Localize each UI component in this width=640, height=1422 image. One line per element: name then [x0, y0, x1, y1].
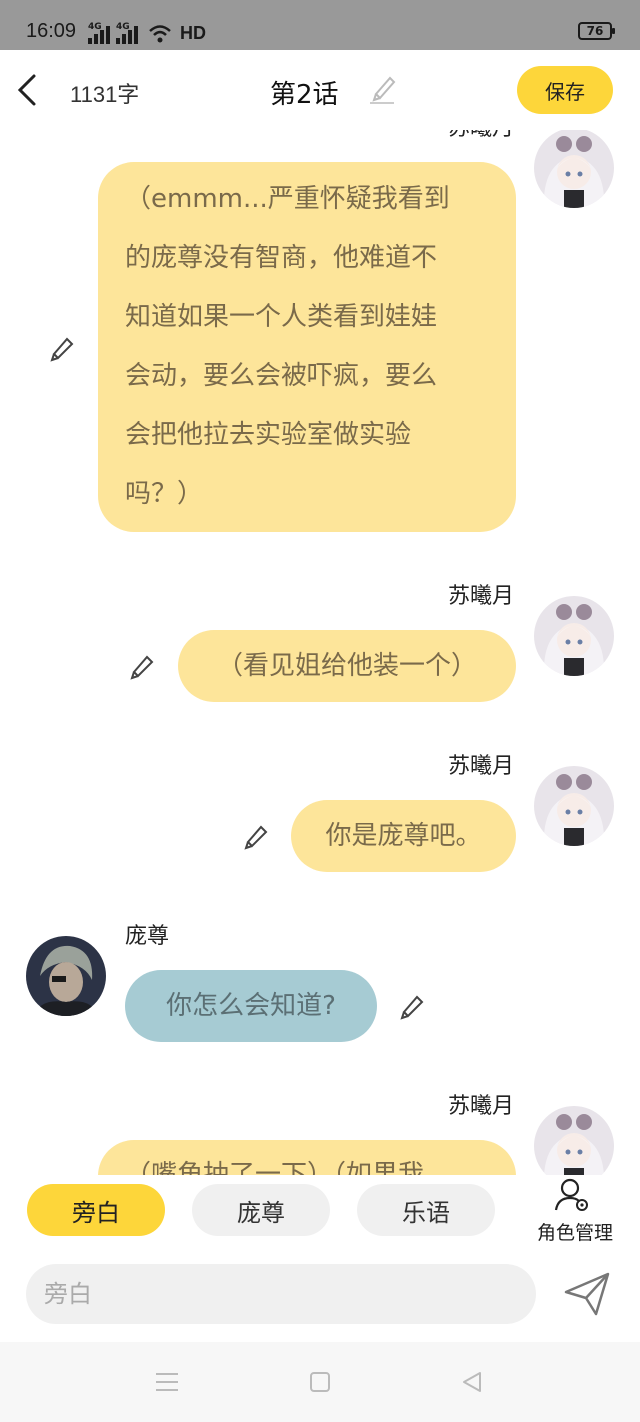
back-nav-icon[interactable]: [460, 1370, 484, 1394]
system-nav-bar: [0, 1342, 640, 1422]
role-manage-label: 角色管理: [536, 1222, 613, 1244]
avatar-suxiyue[interactable]: [534, 130, 614, 208]
speaker-name: 庞尊: [125, 924, 170, 949]
word-count: 1131字: [70, 82, 140, 107]
edit-message-icon[interactable]: [398, 992, 426, 1020]
role-manage-icon: [554, 1178, 588, 1211]
status-bar: 16:09 4G 4G HD 76: [0, 0, 640, 50]
message-bubble[interactable]: （嘴角抽了一下）（如果我: [98, 1140, 516, 1175]
hd-indicator: HD: [180, 23, 206, 43]
text-input-box[interactable]: [26, 1264, 536, 1324]
speaker-name: 苏曦月: [447, 754, 514, 779]
speaker-name: 苏曦月: [448, 130, 514, 142]
message-item: 苏曦月 （看见姐给他装一个）: [0, 578, 640, 708]
home-icon[interactable]: [308, 1370, 332, 1394]
back-arrow-icon[interactable]: [14, 72, 44, 108]
message-item: 苏曦月 你是庞尊吧。: [0, 748, 640, 878]
role-manage-button[interactable]: 角色管理: [534, 1176, 616, 1246]
status-icons: 4G 4G HD: [88, 18, 206, 44]
message-item: 苏曦月 （emmm...严重怀疑我看到 的庞尊没有智商，他难道不 知道如果一个人…: [0, 130, 640, 550]
cellular-signal-icon-2: 4G: [116, 22, 138, 44]
speaker-name: 苏曦月: [447, 584, 514, 609]
message-bubble[interactable]: （看见姐给他装一个）: [178, 630, 516, 702]
chapter-title[interactable]: 第2话: [270, 74, 339, 111]
message-bubble[interactable]: （emmm...严重怀疑我看到 的庞尊没有智商，他难道不 知道如果一个人类看到娃…: [98, 162, 516, 532]
message-bubble[interactable]: 你怎么会知道?: [125, 970, 377, 1042]
avatar-suxiyue[interactable]: [534, 1106, 614, 1175]
message-input[interactable]: [26, 1264, 536, 1324]
edit-title-icon[interactable]: [366, 72, 398, 106]
message-item: 苏曦月 （嘴角抽了一下）（如果我: [0, 1088, 640, 1175]
wifi-icon: [149, 25, 171, 43]
save-button[interactable]: 保存: [517, 66, 613, 114]
role-chip-narration[interactable]: 旁白: [27, 1184, 165, 1236]
edit-message-icon[interactable]: [128, 652, 156, 680]
status-time: 16:09: [26, 20, 77, 42]
avatar-pangzun[interactable]: [26, 936, 106, 1016]
avatar-suxiyue[interactable]: [534, 766, 614, 846]
message-item: 庞尊 你怎么会知道?: [0, 918, 640, 1048]
chat-area: 苏曦月 （emmm...严重怀疑我看到 的庞尊没有智商，他难道不 知道如果一个人…: [0, 130, 640, 1175]
speaker-name: 苏曦月: [447, 1094, 514, 1119]
menu-icon[interactable]: [154, 1370, 180, 1394]
message-bubble[interactable]: 你是庞尊吧。: [291, 800, 516, 872]
battery-icon: 76: [578, 22, 615, 40]
cellular-signal-icon: 4G: [88, 22, 110, 44]
edit-message-icon[interactable]: [48, 334, 76, 362]
role-chip-pangzun[interactable]: 庞尊: [192, 1184, 330, 1236]
editor-header: 1131字 第2话 保存: [0, 50, 640, 130]
edit-message-icon[interactable]: [242, 822, 270, 850]
send-icon[interactable]: [562, 1270, 612, 1318]
role-chip-leyu[interactable]: 乐语: [357, 1184, 495, 1236]
avatar-suxiyue[interactable]: [534, 596, 614, 676]
